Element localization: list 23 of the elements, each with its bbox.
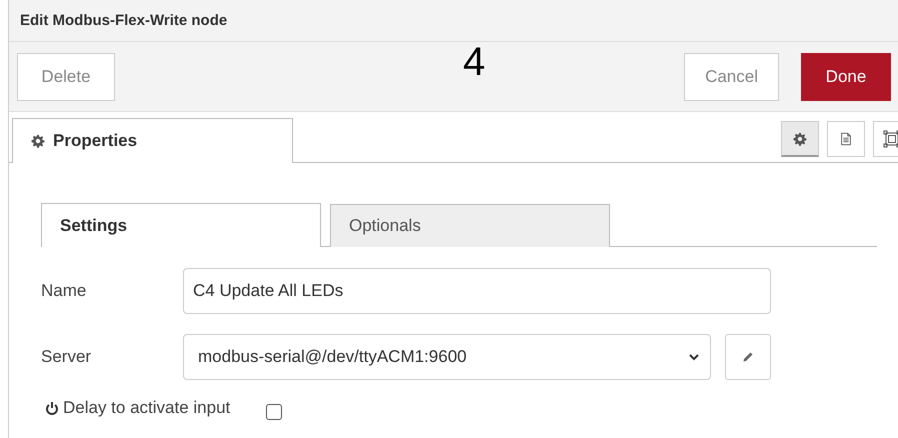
gear-icon xyxy=(793,132,807,146)
name-field[interactable]: C4 Update All LEDs xyxy=(183,268,771,314)
annotation-number: 4 xyxy=(463,40,486,85)
server-dropdown[interactable]: modbus-serial@/dev/ttyACM1:9600 xyxy=(183,334,711,380)
delete-button[interactable]: Delete xyxy=(17,52,115,100)
power-icon xyxy=(45,400,59,416)
settings-tab[interactable]: Optionals xyxy=(330,204,610,247)
field-label: Name xyxy=(41,281,88,301)
field-label: Server xyxy=(41,347,92,367)
document-button[interactable] xyxy=(827,121,865,157)
chevron-down-icon xyxy=(688,353,700,361)
window-title: Edit Modbus-Flex-Write node xyxy=(20,12,228,29)
settings-button[interactable] xyxy=(781,121,819,157)
done-button[interactable]: Done xyxy=(801,52,891,100)
gear-icon xyxy=(31,134,45,148)
pencil-icon xyxy=(742,351,754,363)
settings-tab[interactable]: Settings xyxy=(41,203,321,247)
checkbox-label: Delay to activate input xyxy=(63,398,230,418)
document-icon xyxy=(839,131,853,147)
properties-tab[interactable]: Properties xyxy=(12,118,293,163)
checkbox[interactable] xyxy=(266,404,282,420)
cancel-button[interactable]: Cancel xyxy=(684,52,779,100)
frame-icon xyxy=(883,130,898,148)
